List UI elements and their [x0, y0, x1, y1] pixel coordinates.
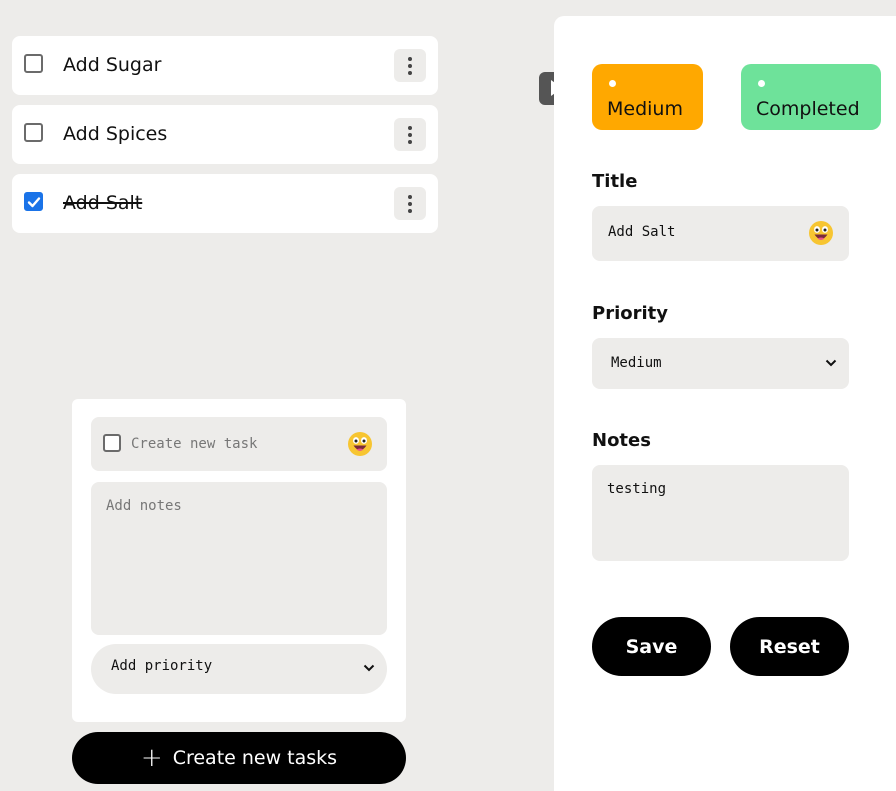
dot-icon — [758, 80, 765, 87]
checkmark-icon — [27, 197, 41, 208]
kebab-dot — [408, 208, 412, 213]
create-task-card: Add priority — [72, 399, 406, 722]
more-options-button[interactable] — [394, 49, 426, 82]
task-label[interactable]: Add Salt — [63, 190, 142, 216]
save-button[interactable]: Save — [592, 617, 711, 676]
priority-select[interactable]: Add priority — [91, 644, 387, 694]
kebab-dot — [408, 70, 412, 75]
plus-icon: + — [140, 743, 163, 773]
reset-button[interactable]: Reset — [730, 617, 849, 676]
kebab-dot — [408, 63, 412, 68]
task-item-add-salt: Add Salt — [12, 174, 438, 233]
priority-tag-label: Medium — [607, 98, 683, 120]
title-value: Add Salt — [608, 224, 676, 240]
grinning-face-emoji-icon[interactable] — [808, 220, 834, 246]
task-label[interactable]: Add Sugar — [63, 52, 161, 78]
priority-select-value: Add priority — [111, 658, 213, 674]
kebab-dot — [408, 201, 412, 206]
kebab-dot — [408, 132, 412, 137]
task-checkbox[interactable] — [24, 123, 43, 142]
new-task-input[interactable] — [131, 432, 331, 456]
priority-label: Priority — [592, 303, 668, 324]
task-checkbox-checked[interactable] — [24, 192, 43, 211]
create-button-label: Create new tasks — [172, 747, 338, 769]
task-label[interactable]: Add Spices — [63, 121, 167, 147]
task-item-add-sugar: Add Sugar — [12, 36, 438, 95]
chevron-down-icon — [363, 664, 375, 672]
title-field[interactable]: Add Salt — [592, 206, 849, 261]
more-options-button[interactable] — [394, 118, 426, 151]
task-detail-panel: Medium Completed Title Add Salt Priority… — [554, 16, 896, 791]
grinning-face-emoji-icon[interactable] — [347, 431, 373, 457]
notes-textarea[interactable] — [91, 482, 387, 635]
chevron-down-icon — [825, 359, 837, 367]
kebab-dot — [408, 139, 412, 144]
notes-label: Notes — [592, 430, 651, 451]
priority-tag: Medium — [592, 64, 703, 130]
priority-value: Medium — [611, 355, 662, 371]
title-label: Title — [592, 171, 638, 192]
create-new-tasks-button[interactable]: + Create new tasks — [72, 732, 406, 784]
status-tag-label: Completed — [756, 98, 860, 120]
kebab-dot — [408, 56, 412, 61]
task-item-add-spices: Add Spices — [12, 105, 438, 164]
notes-value: testing — [607, 481, 667, 497]
notes-field[interactable]: testing — [592, 465, 849, 561]
kebab-dot — [408, 125, 412, 130]
new-task-field — [91, 417, 387, 471]
task-checkbox[interactable] — [24, 54, 43, 73]
more-options-button[interactable] — [394, 187, 426, 220]
dot-icon — [609, 80, 616, 87]
priority-select[interactable]: Medium — [592, 338, 849, 389]
new-task-checkbox[interactable] — [103, 434, 121, 452]
kebab-dot — [408, 194, 412, 199]
status-tag: Completed — [741, 64, 881, 130]
